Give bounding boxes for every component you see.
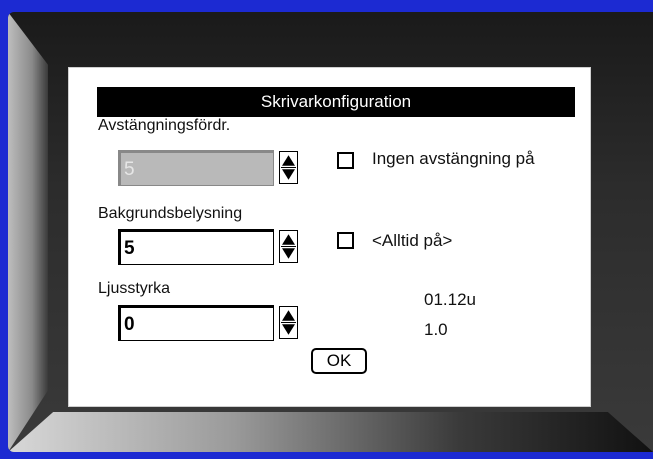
spinner-divider [281,167,296,168]
dialog-title: Skrivarkonfiguration [97,87,575,117]
spin-down-arrow-icon[interactable] [282,324,295,335]
brightness-spinner[interactable] [279,306,298,339]
spin-up-arrow-icon[interactable] [282,155,295,166]
no-shutdown-checkbox[interactable] [337,152,354,169]
shutdown-delay-field[interactable]: 5 [118,150,274,186]
spin-up-arrow-icon[interactable] [282,310,295,321]
bezel-highlight-bottom [8,412,653,452]
bezel-highlight-left [8,12,48,452]
spin-down-arrow-icon[interactable] [282,169,295,180]
brightness-field[interactable]: 0 [118,305,274,341]
always-on-checkbox[interactable] [337,232,354,249]
hardware-version: 1.0 [424,320,448,339]
spinner-divider [281,322,296,323]
spinner-divider [281,246,296,247]
shutdown-delay-label: Avstängningsfördr. [98,117,231,134]
spin-down-arrow-icon[interactable] [282,248,295,259]
backlight-label: Bakgrundsbelysning [98,205,243,222]
backlight-field[interactable]: 5 [118,229,274,265]
ok-button[interactable]: OK [311,348,367,374]
always-on-label: <Alltid på> [372,231,453,250]
brightness-label: Ljusstyrka [98,280,171,297]
backlight-spinner[interactable] [279,230,298,263]
shutdown-delay-spinner[interactable] [279,151,298,184]
printer-config-dialog: Skrivarkonfiguration Avstängningsfördr. … [68,67,591,407]
firmware-version: 01.12u [424,290,476,309]
spin-up-arrow-icon[interactable] [282,234,295,245]
no-shutdown-label: Ingen avstängning på [372,149,535,168]
